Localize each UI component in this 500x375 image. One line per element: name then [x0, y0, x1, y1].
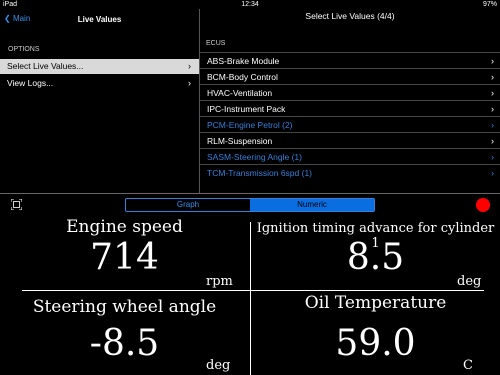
reading-title: Steering wheel angle — [32, 297, 217, 317]
reading-unit: deg — [206, 358, 231, 373]
tab-numeric[interactable]: Numeric — [250, 199, 374, 211]
ecu-label: HVAC-Ventilation — [207, 88, 273, 98]
chevron-right-icon: › — [491, 72, 494, 82]
right-panel-title: Select Live Values (4/4) — [305, 11, 395, 21]
chevron-right-icon: › — [491, 104, 494, 114]
ecu-item[interactable]: HVAC-Ventilation › — [200, 84, 500, 100]
ecu-item[interactable]: TCM-Transmission 6spd (1) › — [200, 164, 500, 180]
menu-item-label: Select Live Values... — [7, 61, 84, 71]
ecu-item[interactable]: IPC-Instrument Pack › — [200, 100, 500, 116]
ecu-label: RLM-Suspension — [207, 136, 273, 146]
menu-item-label: View Logs... — [7, 78, 54, 88]
right-panel: Select Live Values (4/4) ECUS ABS-Brake … — [200, 9, 500, 193]
reading-unit: rpm — [206, 274, 233, 289]
ecu-label: SASM-Steering Angle (1) — [207, 152, 302, 162]
options-section-label: OPTIONS — [8, 46, 40, 53]
ecu-item[interactable]: PCM-Engine Petrol (2) › — [200, 116, 500, 132]
chevron-right-icon: › — [491, 56, 494, 66]
reading-unit: deg — [457, 274, 482, 289]
ecu-item[interactable]: BCM-Body Control › — [200, 68, 500, 84]
ecu-label: PCM-Engine Petrol (2) — [207, 120, 293, 130]
ecu-item[interactable]: ABS-Brake Module › — [200, 52, 500, 68]
chevron-right-icon: › — [491, 136, 494, 146]
chevron-right-icon: › — [491, 120, 494, 130]
ecus-section-label: ECUS — [206, 40, 226, 47]
battery-level: 97% — [482, 1, 497, 8]
reading-ignition-timing: Ignition timing advance for cylinder 1 8… — [251, 213, 500, 293]
chevron-right-icon: › — [491, 152, 494, 162]
ecu-item[interactable]: RLM-Suspension › — [200, 132, 500, 148]
view-mode-tabs: Graph Numeric — [125, 198, 375, 212]
ecu-label: TCM-Transmission 6spd (1) — [207, 168, 313, 178]
ecu-label: ABS-Brake Module — [207, 56, 280, 66]
left-panel: ❮ Main Live Values OPTIONS Select Live V… — [0, 9, 199, 193]
page-title: Live Values — [77, 15, 122, 24]
reading-steering-angle: Steering wheel angle -8.5 deg — [0, 292, 249, 373]
left-header: ❮ Main Live Values — [0, 9, 199, 31]
tab-graph[interactable]: Graph — [126, 199, 250, 211]
ecu-label: BCM-Body Control — [207, 72, 278, 82]
reading-value: 714 — [90, 237, 159, 278]
reading-value: 8.5 — [346, 237, 405, 278]
chevron-right-icon: › — [491, 88, 494, 98]
ecu-item[interactable]: SASM-Steering Angle (1) › — [200, 148, 500, 164]
chevron-right-icon: › — [491, 168, 494, 178]
reading-title: Oil Temperature — [304, 293, 447, 313]
clock: 12:34 — [241, 1, 259, 8]
menu-item-select-live-values[interactable]: Select Live Values... › — [0, 59, 199, 74]
chevron-right-icon: › — [188, 78, 191, 88]
menu-item-view-logs[interactable]: View Logs... › — [0, 76, 199, 91]
status-bar: iPad 12:34 97% — [0, 0, 500, 9]
reading-engine-speed: Engine speed 714 rpm — [0, 213, 249, 293]
record-button[interactable] — [476, 198, 490, 212]
chevron-right-icon: › — [188, 61, 191, 71]
reading-unit: C — [463, 358, 473, 373]
section-divider — [0, 193, 500, 194]
reading-title: Engine speed — [66, 217, 183, 237]
reading-oil-temperature: Oil Temperature 59.0 C — [251, 292, 500, 373]
expand-icon[interactable] — [11, 199, 22, 210]
ecu-label: IPC-Instrument Pack — [207, 104, 286, 114]
